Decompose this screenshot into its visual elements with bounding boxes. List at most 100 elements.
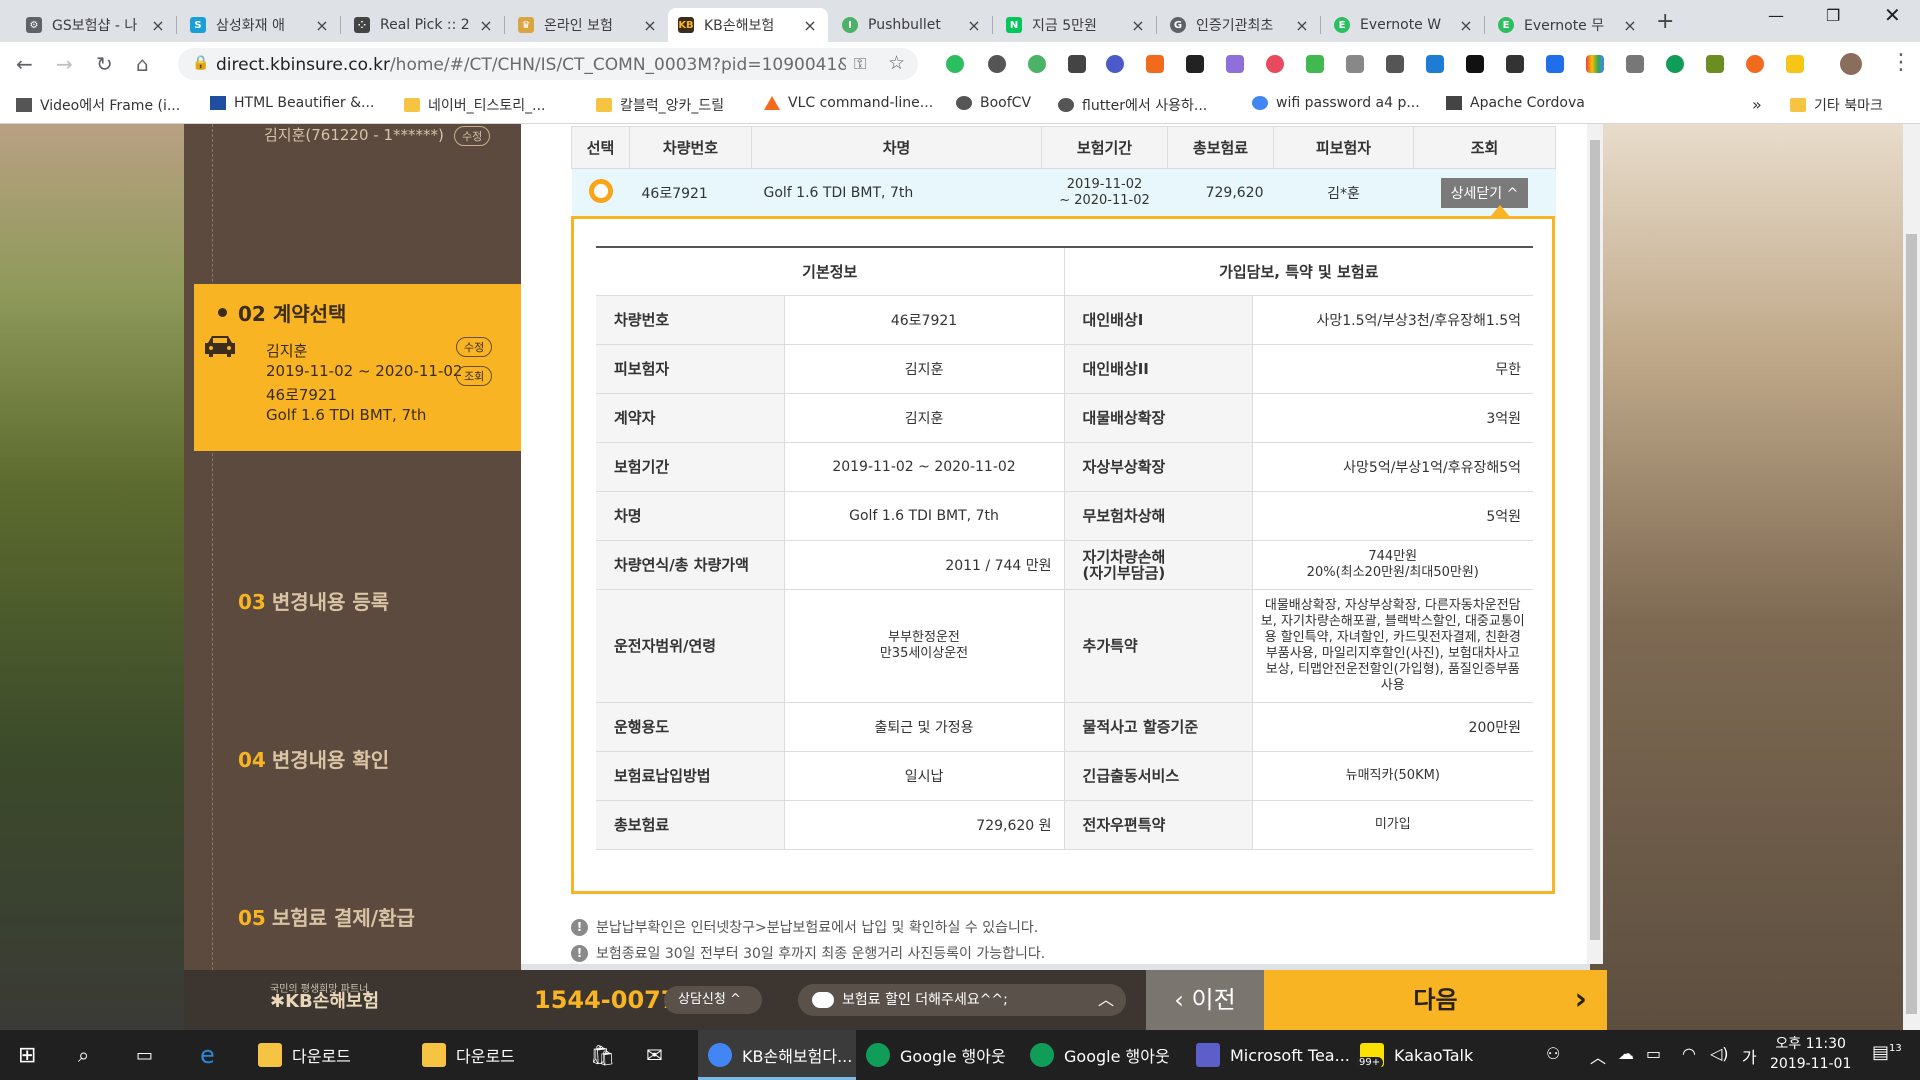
close-icon[interactable]: × [150, 16, 166, 35]
bookmark-item[interactable]: Apache Cordova [1446, 95, 1585, 111]
avatar[interactable] [1840, 53, 1862, 75]
ex-extension-icon[interactable] [1146, 55, 1164, 73]
chevron-up-icon[interactable]: ︿ [1098, 984, 1114, 1016]
more-menu-icon[interactable]: ⋮ [1890, 50, 1912, 75]
url-text[interactable]: direct.kbinsure.co.kr/home/#/CT/CHN/IS/C… [216, 55, 846, 75]
page-scrollbar[interactable] [1903, 124, 1920, 1030]
maximize-button[interactable]: ❐ [1826, 6, 1840, 25]
edge-icon[interactable]: e [200, 1030, 215, 1080]
tab-naver[interactable]: N 지금 5만원 × [996, 8, 1156, 42]
v-extension-icon[interactable] [1546, 55, 1564, 73]
tab-evernote-1[interactable]: E Evernote W × [1324, 8, 1484, 42]
task-view-icon[interactable]: ▭ [136, 1030, 153, 1080]
home-button[interactable]: ⌂ [136, 52, 149, 76]
minimize-button[interactable]: — [1768, 6, 1784, 25]
bookmark-item[interactable]: BoofCV [956, 95, 1031, 111]
bookmark-item[interactable]: VLC command-line... [764, 95, 933, 111]
bookmark-item[interactable]: Video에서 Frame (i... [16, 95, 180, 115]
shield-extension-icon[interactable] [1068, 55, 1086, 73]
tab-gs[interactable]: ⚙ GS보험샵 - 나 × [16, 8, 176, 42]
bookmark-star-icon[interactable]: ☆ [888, 52, 905, 74]
w-extension-icon[interactable] [1786, 55, 1804, 73]
palette-extension-icon[interactable] [1266, 55, 1284, 73]
jb-extension-icon[interactable] [1466, 55, 1484, 73]
bookmarks-overflow-button[interactable]: » [1752, 95, 1762, 114]
taskbar-hangouts[interactable]: Google 행아웃 [866, 1030, 1006, 1080]
new-tab-button[interactable]: + [1656, 9, 1674, 34]
screen-extension-icon[interactable] [1346, 55, 1364, 73]
store-icon[interactable]: 🛍 [590, 1030, 615, 1080]
grid-extension-icon[interactable] [1586, 55, 1604, 73]
ime-indicator[interactable]: 가 [1742, 1044, 1757, 1068]
close-icon[interactable]: × [478, 16, 494, 35]
window-close-button[interactable]: ✕ [1884, 3, 1901, 27]
tab-realpick[interactable]: ⁘ Real Pick :: 2 × [344, 8, 504, 42]
taskbar-kakaotalk[interactable]: 99+ KakaoTalk [1356, 1030, 1473, 1080]
edit-button[interactable]: 수정 [456, 337, 493, 357]
tab-cert[interactable]: G 인증기관최초 × [1160, 8, 1320, 42]
reload-button[interactable]: ↻ [96, 52, 113, 76]
taskbar-clock[interactable]: 오후 11:30 2019-11-01 [1770, 1034, 1851, 1074]
detail-close-button[interactable]: 상세닫기 ^ [1440, 177, 1529, 208]
view-button[interactable]: 조회 [456, 366, 493, 386]
cloud-icon[interactable]: ☁ [1618, 1044, 1634, 1063]
search-icon[interactable]: ⌕ [78, 1030, 89, 1080]
consult-request-button[interactable]: 상담신청 ^ [664, 986, 762, 1014]
close-icon[interactable]: × [1130, 16, 1146, 35]
hangouts-extension-icon[interactable] [1666, 55, 1684, 73]
tab-evernote-2[interactable]: E Evernote 무 × [1488, 8, 1648, 42]
people-icon[interactable]: ⚇ [1546, 1044, 1560, 1063]
chat-box[interactable]: 보험료 할인 더해주세요^^; ︿ [798, 984, 1126, 1016]
close-icon[interactable]: × [1294, 16, 1310, 35]
close-icon[interactable]: × [802, 16, 818, 35]
tab-samsung[interactable]: S 삼성화재 애 × [180, 8, 340, 42]
tab-pushbullet[interactable]: I Pushbullet × [832, 8, 992, 42]
wifi-icon[interactable]: ◠ [1682, 1044, 1696, 1063]
taskbar-hangouts[interactable]: Google 행아웃 [1030, 1030, 1170, 1080]
bookmark-folder[interactable]: 네이버_티스토리_... [404, 95, 546, 115]
eyedropper-extension-icon[interactable] [1226, 55, 1244, 73]
volume-icon[interactable]: ◁) [1710, 1044, 1729, 1063]
mail-extension-icon[interactable] [1626, 55, 1644, 73]
plus-extension-icon[interactable] [1306, 55, 1324, 73]
bookmark-folder[interactable]: 칼블럭_앙카_드릴 [596, 95, 724, 115]
taskbar-teams[interactable]: Microsoft Tea... [1196, 1030, 1350, 1080]
color-extension-icon[interactable] [1186, 55, 1204, 73]
next-button[interactable]: 다음 › [1264, 970, 1607, 1030]
bird-extension-icon[interactable] [1706, 55, 1724, 73]
battery-icon[interactable]: ▭ [1646, 1044, 1661, 1063]
content-scrollbar[interactable] [1587, 124, 1603, 964]
phone-number[interactable]: 1544-0077 [534, 986, 678, 1014]
fire-extension-icon[interactable] [1746, 55, 1764, 73]
bookmark-item[interactable]: flutter에서 사용하... [1058, 95, 1207, 115]
bookmark-item[interactable]: HTML Beautifier &... [210, 95, 374, 111]
evernote-extension-icon[interactable] [946, 55, 964, 73]
address-bar[interactable]: 🔒 direct.kbinsure.co.kr/home/#/CT/CHN/IS… [178, 48, 918, 80]
prev-button[interactable]: ‹ 이전 [1146, 970, 1264, 1030]
notification-icon[interactable]: ▤13 [1872, 1042, 1902, 1063]
bookmark-item[interactable]: wifi password a4 p... [1252, 95, 1420, 111]
back-button[interactable]: ← [16, 52, 33, 76]
tab-kb[interactable]: KB KB손해보험 × [668, 8, 828, 42]
close-icon[interactable]: × [1622, 16, 1638, 35]
close-icon[interactable]: × [642, 16, 658, 35]
chevron-up-icon[interactable]: ︿ [1590, 1044, 1606, 1068]
close-icon[interactable]: × [314, 16, 330, 35]
s-extension-icon[interactable] [1426, 55, 1444, 73]
start-button[interactable]: ⊞ [18, 1030, 36, 1080]
taskbar-explorer[interactable]: 다운로드 [258, 1030, 351, 1080]
taskbar-chrome[interactable]: KB손해보험다... [698, 1030, 856, 1080]
taskbar-explorer[interactable]: 다운로드 [422, 1030, 515, 1080]
check-extension-icon[interactable] [1106, 55, 1124, 73]
mail-icon[interactable]: ✉ [646, 1030, 663, 1080]
tab-online[interactable]: ♛ 온라인 보험 × [508, 8, 668, 42]
forward-button[interactable]: → [56, 52, 73, 76]
cube-extension-icon[interactable] [1506, 55, 1524, 73]
close-icon[interactable]: × [1458, 16, 1474, 35]
other-bookmarks[interactable]: 기타 북마크 [1790, 95, 1883, 115]
gear-extension-icon[interactable] [988, 55, 1006, 73]
table-row[interactable]: 46로7921 Golf 1.6 TDI BMT, 7th 2019-11-02… [571, 168, 1556, 217]
key-icon[interactable]: ⚿ [854, 54, 866, 74]
prev-edit-button[interactable]: 수정 [454, 126, 491, 146]
select-radio[interactable] [588, 178, 613, 203]
